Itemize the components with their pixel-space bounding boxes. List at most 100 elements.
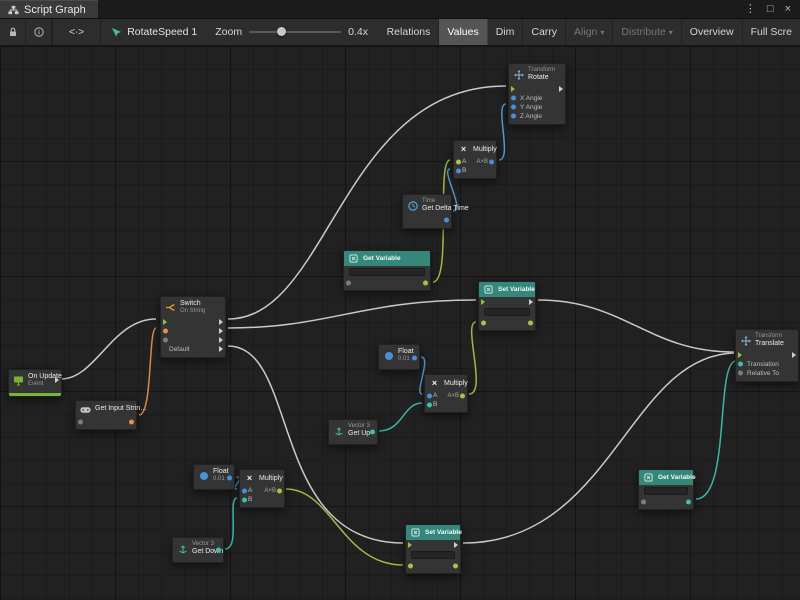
flow-out-port[interactable] — [559, 86, 563, 92]
multiply-icon: × — [429, 378, 440, 389]
node-get-variable-1[interactable]: Get Variable — [343, 250, 431, 291]
variable-name-field[interactable] — [644, 487, 688, 495]
float-out-port[interactable] — [444, 218, 449, 223]
flow-out-port[interactable] — [219, 319, 223, 325]
graph-canvas[interactable]: On Update Event Get Input Strin… — [0, 46, 800, 600]
flow-in-port[interactable] — [408, 542, 412, 548]
variable-name-field[interactable] — [349, 268, 425, 276]
value-in-port[interactable] — [163, 338, 168, 343]
wire-multiply3-setvar2 — [286, 489, 403, 565]
vector-in-port[interactable] — [738, 362, 743, 367]
node-switch-on-string[interactable]: Switch On String Default — [160, 296, 226, 358]
variable-name-field[interactable] — [484, 308, 530, 316]
value-in-port[interactable] — [408, 563, 413, 568]
node-on-update[interactable]: On Update Event — [8, 369, 62, 397]
value-in-port[interactable] — [481, 320, 486, 325]
flow-out-port[interactable] — [55, 377, 59, 383]
info-button[interactable] — [26, 19, 52, 45]
graph-reference[interactable]: RotateSpeed 1 — [101, 19, 207, 45]
align-button[interactable]: Align▾ — [566, 19, 613, 45]
value-in-port[interactable] — [738, 371, 743, 376]
overview-button[interactable]: Overview — [682, 19, 743, 45]
node-get-variable-2[interactable]: Get Variable — [638, 469, 694, 510]
variable-icon — [348, 253, 359, 264]
string-out-port[interactable] — [129, 419, 134, 424]
carry-button[interactable]: Carry — [523, 19, 566, 45]
node-get-delta-time[interactable]: Time Get Delta Time — [402, 194, 452, 229]
value-out-port[interactable] — [686, 499, 691, 504]
node-vector3-get-down[interactable]: Vector 3 Get Down — [172, 537, 224, 563]
vector-out-port[interactable] — [216, 548, 221, 553]
maximize-icon[interactable]: □ — [767, 4, 774, 15]
values-button[interactable]: Values — [439, 19, 487, 45]
result-out-port[interactable] — [277, 488, 282, 493]
port-label: Y Angle — [520, 104, 542, 111]
flow-in-port[interactable] — [738, 352, 742, 358]
lock-button[interactable] — [0, 19, 26, 45]
a-in-port[interactable] — [427, 393, 432, 398]
default-out-port[interactable] — [219, 346, 223, 352]
wire-switch-setvar1 — [228, 300, 476, 328]
value-in-port[interactable] — [641, 499, 646, 504]
info-icon — [33, 27, 44, 38]
float-out-port[interactable] — [227, 476, 232, 481]
result-out-port[interactable] — [460, 393, 465, 398]
float-in-port[interactable] — [511, 96, 516, 101]
chevron-down-icon: ▾ — [669, 28, 673, 37]
value-out-port[interactable] — [453, 563, 458, 568]
node-get-input-string[interactable]: Get Input Strin… — [75, 400, 137, 430]
tab-script-graph[interactable]: Script Graph — [0, 0, 98, 18]
node-float-1[interactable]: Float 0.01 — [378, 344, 420, 370]
zoom-track — [249, 31, 341, 33]
value-out-port[interactable] — [423, 280, 428, 285]
fullscreen-button[interactable]: Full Scre — [743, 19, 800, 45]
node-subtitle: On String — [180, 308, 205, 315]
value-in-port[interactable] — [78, 419, 83, 424]
close-icon[interactable]: × — [785, 4, 791, 15]
flow-in-port[interactable] — [163, 319, 167, 325]
node-set-variable-2[interactable]: Set Variable — [405, 524, 461, 574]
dim-button[interactable]: Dim — [488, 19, 524, 45]
b-in-port[interactable] — [456, 168, 461, 173]
variable-name-field[interactable] — [411, 551, 455, 559]
selector-in-port[interactable] — [163, 329, 168, 334]
node-multiply-rotation[interactable]: × Multiply A A×B B — [453, 140, 497, 179]
distribute-button[interactable]: Distribute▾ — [613, 19, 681, 45]
float-in-port[interactable] — [511, 105, 516, 110]
b-in-port[interactable] — [242, 497, 247, 502]
flow-out-port[interactable] — [219, 328, 223, 334]
result-out-port[interactable] — [489, 159, 494, 164]
node-multiply-up[interactable]: × Multiply A A×B B — [424, 374, 468, 413]
float-in-port[interactable] — [511, 114, 516, 119]
zoom-thumb[interactable] — [277, 27, 286, 36]
flow-out-port[interactable] — [792, 352, 796, 358]
float-icon — [385, 352, 393, 360]
a-in-port[interactable] — [242, 488, 247, 493]
a-in-port[interactable] — [456, 159, 461, 164]
gamepad-icon — [80, 404, 91, 415]
flow-in-port[interactable] — [481, 299, 485, 305]
node-vector3-get-up[interactable]: Vector 3 Get Up — [328, 419, 378, 445]
node-transform-translate[interactable]: Transform Translate Translation Relative… — [735, 329, 799, 382]
node-set-variable-1[interactable]: Set Variable — [478, 281, 536, 331]
flow-out-port[interactable] — [529, 299, 533, 305]
flow-out-port[interactable] — [454, 542, 458, 548]
lock-icon — [7, 27, 18, 38]
value-in-port[interactable] — [346, 280, 351, 285]
relations-button[interactable]: Relations — [379, 19, 440, 45]
node-float-2[interactable]: Float 0.01 — [193, 464, 235, 490]
zoom-slider[interactable] — [249, 27, 341, 37]
code-view-button[interactable]: <∙> — [53, 19, 101, 45]
float-out-port[interactable] — [412, 356, 417, 361]
node-transform-rotate[interactable]: Transform Rotate X Angle Y Angle Z Angle — [508, 63, 566, 125]
transform-icon — [740, 335, 751, 346]
node-multiply-down[interactable]: × Multiply A A×B B — [239, 469, 285, 508]
flow-in-port[interactable] — [511, 86, 515, 92]
relations-label: Relations — [387, 26, 431, 38]
vector-out-port[interactable] — [370, 430, 375, 435]
value-out-port[interactable] — [528, 320, 533, 325]
flow-out-port[interactable] — [219, 337, 223, 343]
vector3-icon — [177, 543, 188, 554]
b-in-port[interactable] — [427, 402, 432, 407]
window-menu-icon[interactable]: ⋮ — [745, 4, 756, 15]
